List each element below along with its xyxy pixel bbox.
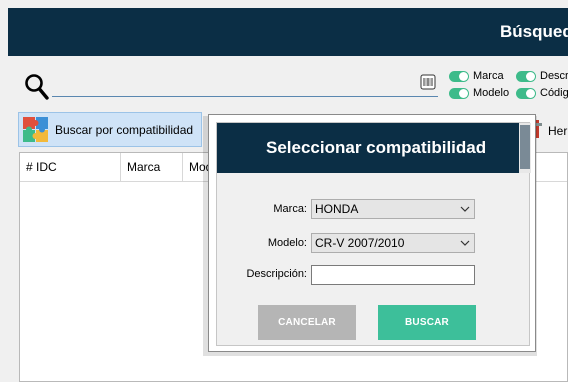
search-underline [52,96,438,97]
column-header-marca[interactable]: Marca [121,153,183,182]
toggle-modelo-label: Modelo [473,87,510,99]
toggle-switch[interactable] [516,87,536,99]
modelo-label: Modelo: [267,237,307,249]
marca-label: Marca: [273,203,307,215]
descripcion-label: Descripción: [246,268,307,280]
dialog-title: Seleccionar compatibilidad [266,138,487,157]
descripcion-input[interactable] [311,265,475,285]
toggle-switch[interactable] [516,70,536,82]
modelo-select[interactable]: CR-V 2007/2010 [311,233,475,253]
cancel-button-label: CANCELAR [278,317,336,328]
barcode-icon[interactable] [420,74,436,90]
toggle-descripcion[interactable]: Descr [516,69,568,83]
marca-select-value: HONDA [315,202,359,216]
toggle-marca[interactable]: Marca [449,69,504,83]
search-button-label: BUSCAR [405,317,449,328]
puzzle-icon [23,116,48,142]
compatibility-dialog: Seleccionar compatibilidad Marca: HONDA … [208,114,536,352]
dialog-body: Seleccionar compatibilidad Marca: HONDA … [216,122,531,346]
search-button[interactable]: BUSCAR [378,305,476,340]
toggle-marca-label: Marca [473,70,504,82]
tools-button-label[interactable]: Her [548,124,567,138]
chevron-down-icon [460,240,470,246]
toggle-modelo[interactable]: Modelo [449,86,509,100]
modelo-select-value: CR-V 2007/2010 [315,236,405,250]
toggle-switch[interactable] [449,70,469,82]
compatibility-search-button[interactable]: Buscar por compatibilidad [18,112,202,147]
dialog-scrollbar[interactable] [519,123,531,173]
toggle-descripcion-label: Descr [540,70,568,82]
dialog-header: Seleccionar compatibilidad [217,123,519,173]
column-header-idc[interactable]: # IDC [20,153,121,182]
chevron-down-icon [460,206,470,212]
marca-select[interactable]: HONDA [311,199,475,219]
compatibility-search-label: Buscar por compatibilidad [55,122,194,137]
toggle-codigo-label: Código [540,87,568,99]
scrollbar-thumb[interactable] [520,125,530,169]
window-title: Búsqued [500,22,568,41]
search-icon[interactable] [24,72,50,102]
toggle-codigo[interactable]: Código [516,86,568,100]
title-bar: Búsqued [8,8,568,56]
search-input[interactable] [52,76,422,94]
cancel-button[interactable]: CANCELAR [258,305,356,340]
toggle-switch[interactable] [449,87,469,99]
